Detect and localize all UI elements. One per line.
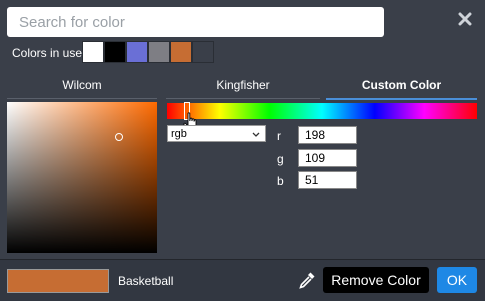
channel-g-label: g <box>277 152 284 166</box>
swatch-dark[interactable] <box>192 41 214 63</box>
swatch-gray[interactable] <box>148 41 170 63</box>
chevron-down-icon <box>252 126 260 149</box>
channel-g-input[interactable] <box>298 149 357 167</box>
ok-button[interactable]: OK <box>437 267 477 293</box>
channel-r-input[interactable] <box>298 126 357 144</box>
channel-b-label: b <box>277 174 284 188</box>
channel-b-input[interactable] <box>298 171 357 189</box>
dialog-footer: Basketball Remove Color OK <box>0 259 485 301</box>
swatch-white[interactable] <box>82 41 104 63</box>
swatch-purple[interactable] <box>126 41 148 63</box>
saturation-value-handle[interactable] <box>115 133 123 141</box>
search-input[interactable] <box>7 7 384 37</box>
eyedropper-icon[interactable] <box>298 271 316 294</box>
close-icon[interactable] <box>458 12 476 30</box>
color-mode-select[interactable]: rgb <box>167 125 266 142</box>
remove-color-button[interactable]: Remove Color <box>323 267 429 293</box>
swatch-orange[interactable] <box>170 41 192 63</box>
tab-bar: Wilcom Kingfisher Custom Color <box>0 72 485 100</box>
tab-custom-color[interactable]: Custom Color <box>326 72 477 100</box>
colors-in-use-label: Colors in use <box>12 46 83 60</box>
colors-in-use-swatches <box>82 41 214 63</box>
color-preview <box>7 269 109 293</box>
saturation-value-area[interactable] <box>7 102 157 253</box>
color-mode-value: rgb <box>171 128 187 140</box>
channel-r-label: r <box>277 129 281 143</box>
hue-slider[interactable] <box>167 102 477 120</box>
swatch-black[interactable] <box>104 41 126 63</box>
tab-kingfisher[interactable]: Kingfisher <box>166 72 320 99</box>
tab-wilcom[interactable]: Wilcom <box>7 72 157 99</box>
color-name: Basketball <box>118 274 174 288</box>
